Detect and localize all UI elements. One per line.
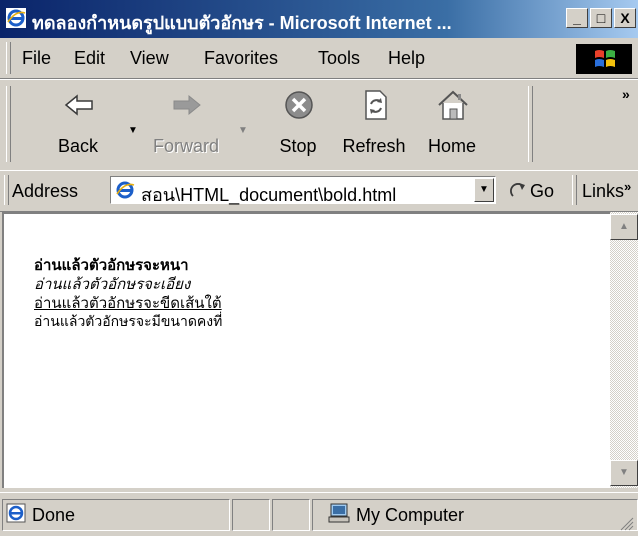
forward-dropdown-icon[interactable]: ▼ [238, 125, 248, 136]
status-text: Done [32, 505, 76, 525]
windows-flag-icon [595, 50, 615, 67]
toolbar-more-icon[interactable]: » [622, 86, 630, 102]
windows-throbber [576, 44, 632, 74]
maximize-button[interactable]: □ [590, 8, 612, 28]
minimize-button[interactable]: _ [566, 8, 588, 28]
menu-view[interactable]: View [130, 48, 169, 69]
links-button[interactable]: Links [582, 181, 624, 202]
menu-help[interactable]: Help [388, 48, 425, 69]
scroll-down-button[interactable]: ▼ [610, 460, 638, 486]
menu-grip[interactable] [6, 42, 11, 74]
security-zone-text: My Computer [356, 505, 465, 525]
monospace-text-line: อ่านแล้วตัวอักษรจะมีขนาดคงที่ [34, 314, 223, 330]
home-button[interactable]: Home [416, 86, 488, 164]
menu-edit[interactable]: Edit [74, 48, 105, 69]
home-icon [438, 90, 468, 120]
ie-logo-icon [6, 8, 26, 28]
back-label: Back [57, 136, 99, 156]
menu-file[interactable]: File [22, 48, 51, 69]
stop-label: Stop [279, 136, 317, 156]
status-bar: Done My Computer [0, 492, 638, 536]
back-button[interactable]: Back [42, 86, 114, 164]
refresh-icon [365, 90, 387, 120]
toolbar-grip[interactable] [6, 86, 11, 162]
page-content[interactable]: อ่านแล้วตัวอักษรจะหนา อ่านแล้วตัวอักษรจะ… [2, 212, 610, 488]
status-panel-2 [232, 499, 270, 531]
forward-label: Forward [152, 136, 219, 156]
my-computer-icon [328, 503, 350, 523]
italic-text-line: อ่านแล้วตัวอักษรจะเอียง [34, 275, 191, 293]
stop-icon [285, 91, 313, 119]
go-arrow-icon[interactable] [508, 180, 528, 200]
status-panel-3 [272, 499, 310, 531]
menu-favorites[interactable]: Favorites [204, 48, 278, 69]
address-dropdown-icon[interactable]: ▼ [474, 178, 494, 202]
refresh-label: Refresh [342, 136, 406, 156]
links-more-icon[interactable]: » [624, 179, 631, 194]
forward-button[interactable]: Forward [150, 86, 222, 164]
toolbar-separator [528, 86, 533, 162]
home-label: Home [427, 136, 476, 156]
page-ie-icon [116, 181, 135, 199]
links-grip[interactable] [572, 175, 577, 205]
document-body: อ่านแล้วตัวอักษรจะหนา อ่านแล้วตัวอักษรจะ… [34, 256, 222, 332]
back-arrow-icon [64, 94, 93, 116]
scroll-up-button[interactable]: ▲ [610, 214, 638, 240]
resize-grip-icon[interactable] [620, 517, 634, 531]
address-bar: Address สอน\HTML_document\bold.html ▼ Go… [0, 170, 638, 212]
page-done-icon [6, 503, 26, 523]
bold-text-line: อ่านแล้วตัวอักษรจะหนา [34, 256, 189, 274]
vertical-scrollbar[interactable]: ▲ ▼ [610, 212, 638, 488]
forward-arrow-icon [173, 94, 201, 116]
browser-window: ทดลองกำหนดรูปแบบตัวอักษร - Microsoft Int… [0, 0, 638, 536]
menu-tools[interactable]: Tools [318, 48, 360, 69]
address-label: Address [12, 181, 79, 201]
refresh-button[interactable]: Refresh [338, 86, 410, 164]
underline-text-line: อ่านแล้วตัวอักษรจะขีดเส้นใต้ [34, 294, 222, 312]
standard-toolbar: Back ▼ Forward ▼ Stop Refresh Home » [0, 79, 638, 171]
stop-button[interactable]: Stop [262, 86, 334, 164]
close-button[interactable]: X [614, 8, 636, 28]
title-bar[interactable]: ทดลองกำหนดรูปแบบตัวอักษร - Microsoft Int… [0, 0, 638, 38]
back-dropdown-icon[interactable]: ▼ [128, 125, 138, 136]
menu-bar: File Edit View Favorites Tools Help [0, 38, 638, 79]
address-grip[interactable] [4, 175, 9, 205]
window-title: ทดลองกำหนดรูปแบบตัวอักษร - Microsoft Int… [32, 13, 452, 33]
address-value: สอน\HTML_document\bold.html [141, 185, 397, 205]
go-button[interactable]: Go [530, 181, 554, 202]
address-input[interactable]: สอน\HTML_document\bold.html [110, 176, 496, 205]
